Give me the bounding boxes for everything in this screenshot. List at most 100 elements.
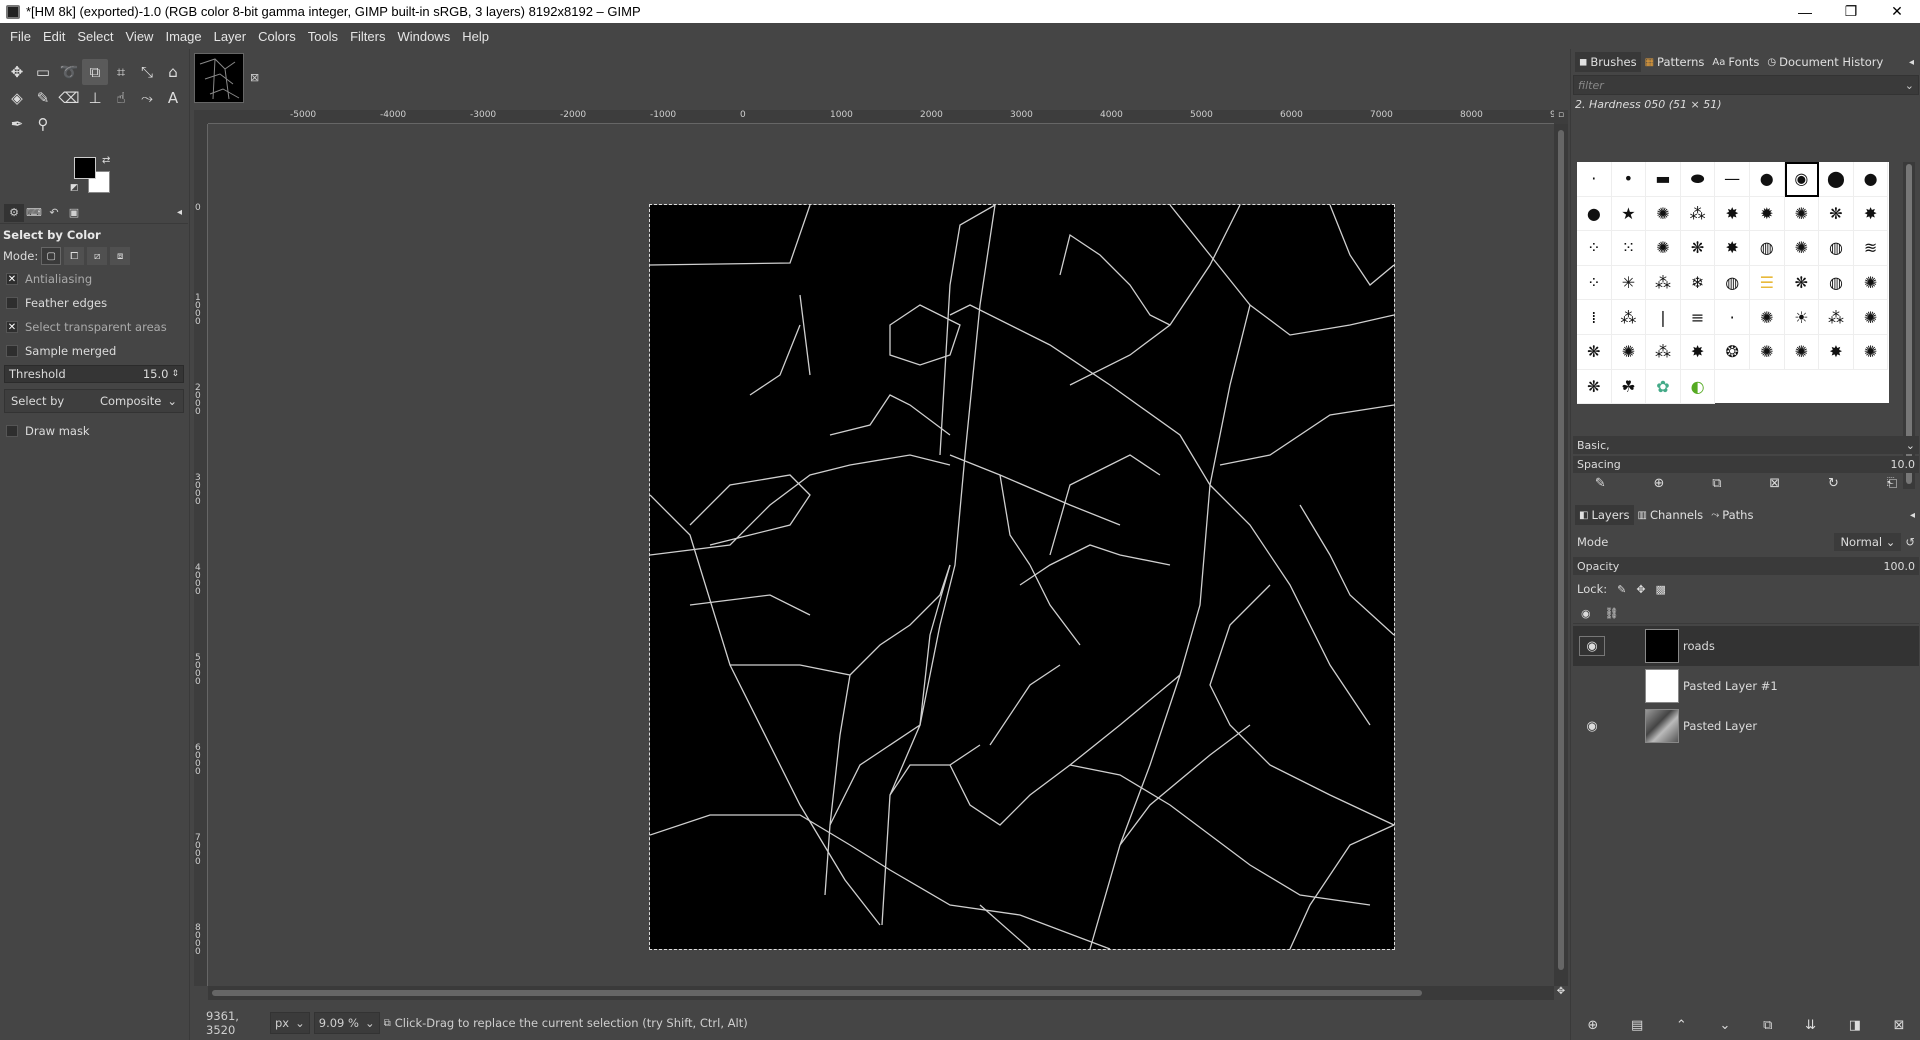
tab-fonts[interactable]: Aa Fonts	[1708, 52, 1763, 72]
threshold-value[interactable]: 15.0	[143, 367, 169, 381]
brush-preview[interactable]: ◉	[1784, 162, 1820, 197]
brush-preview[interactable]: ☰	[1749, 265, 1785, 301]
raise-layer-icon[interactable]: ⌃	[1676, 1018, 1687, 1033]
brush-preview[interactable]: ◐	[1680, 369, 1716, 405]
layer-row[interactable]: ◉ roads	[1573, 626, 1919, 666]
layer-mask-icon[interactable]: ◨	[1849, 1018, 1861, 1033]
layer-name[interactable]: Pasted Layer #1	[1683, 679, 1778, 693]
clone-tool-icon[interactable]: ⊥	[82, 85, 108, 111]
menu-help[interactable]: Help	[456, 29, 495, 44]
foreground-color-swatch[interactable]	[74, 157, 96, 179]
delete-layer-icon[interactable]: ⊠	[1894, 1018, 1905, 1033]
sample-merged-checkbox[interactable]	[6, 345, 18, 357]
brush-preview[interactable]: ✺	[1749, 300, 1785, 335]
opacity-slider[interactable]: Opacity 100.0	[1573, 557, 1919, 575]
brush-preview[interactable]: ≡	[1680, 300, 1716, 335]
mode-replace-icon[interactable]: ▢	[41, 247, 62, 265]
brush-grid[interactable]: · • ▬ ⬬ — ● ◉ ⬤ ● ● ★ ✺ ⁂ ✸ ✹ ✺ ❋ ✸ ⁘ ⁙ ✺ ❋ ✸ ◍ ✺ ◍ ≋ ⁘ ✳ ⁂ ❄ ◍ ☰ ❋ ◍ ✺ ⁞ ⁂ ❘ ≡…	[1577, 162, 1889, 405]
menu-edit[interactable]: Edit	[37, 29, 71, 44]
smudge-tool-icon[interactable]: ☝	[108, 85, 134, 111]
brush-preview[interactable]: ◍	[1715, 265, 1750, 301]
brush-preview[interactable]: ✺	[1749, 334, 1785, 370]
layer-row[interactable]: ◉ Pasted Layer	[1573, 706, 1919, 746]
sample-merged-option[interactable]: Sample merged	[0, 339, 188, 363]
menu-windows[interactable]: Windows	[391, 29, 456, 44]
delete-brush-icon[interactable]: ⊠	[1769, 476, 1780, 498]
brush-preview[interactable]: ✸	[1819, 334, 1854, 370]
color-picker-tool-icon[interactable]: ✒	[4, 111, 30, 137]
select-by-color-tool-icon[interactable]: ⧉	[82, 59, 108, 85]
new-layer-group-icon[interactable]: ▤	[1631, 1018, 1643, 1033]
close-button[interactable]: ✕	[1874, 0, 1920, 23]
brush-preview[interactable]: ✸	[1853, 196, 1889, 232]
swap-colors-icon[interactable]: ⇄	[102, 155, 110, 166]
menu-select[interactable]: Select	[71, 29, 119, 44]
rect-select-tool-icon[interactable]: ▭	[30, 59, 56, 85]
draw-mask-option[interactable]: Draw mask	[0, 419, 188, 443]
spinner-arrows-icon[interactable]: ⇕	[171, 369, 179, 379]
free-select-tool-icon[interactable]: ➰	[56, 59, 82, 85]
new-layer-icon[interactable]: ⊕	[1587, 1018, 1598, 1033]
brush-preview[interactable]: ❂	[1715, 334, 1750, 370]
brush-preview[interactable]: ⁘	[1577, 231, 1612, 266]
brush-preview[interactable]: ⁙	[1611, 231, 1647, 266]
feather-edges-checkbox[interactable]	[6, 297, 18, 309]
brush-preset-combo[interactable]: Basic, ⌄	[1573, 436, 1919, 454]
layer-row[interactable]: Pasted Layer #1	[1573, 666, 1919, 706]
brush-preview[interactable]: —	[1715, 162, 1750, 197]
brush-preview[interactable]: ◍	[1819, 231, 1854, 266]
mode-add-icon[interactable]: ⧠	[64, 247, 85, 265]
unit-selector[interactable]: px ⌄	[270, 1012, 310, 1034]
brush-preview[interactable]: ▬	[1646, 162, 1681, 197]
crop-tool-icon[interactable]: ⌗	[108, 59, 134, 85]
antialiasing-option[interactable]: ✕ Antialiasing	[0, 267, 188, 291]
menu-tools[interactable]: Tools	[302, 29, 344, 44]
select-by-value[interactable]: Composite	[100, 394, 161, 408]
tab-brushes[interactable]: ◼ Brushes	[1575, 52, 1641, 72]
horizontal-scroll-thumb[interactable]	[212, 990, 1422, 996]
brush-preview[interactable]: ✺	[1853, 265, 1889, 301]
brush-preview[interactable]: ✺	[1784, 196, 1820, 232]
brush-preview[interactable]: ⁂	[1819, 300, 1854, 335]
brush-preview[interactable]: ✸	[1680, 334, 1716, 370]
menu-colors[interactable]: Colors	[252, 29, 302, 44]
brush-preview[interactable]: ☘	[1611, 369, 1647, 405]
select-by-combo[interactable]: Select by Composite ⌄	[4, 389, 184, 413]
lock-pixels-icon[interactable]: ✎	[1617, 583, 1626, 596]
tab-paths[interactable]: ⤳ Paths	[1707, 505, 1757, 525]
brush-preview[interactable]: ◍	[1819, 265, 1854, 301]
paintbrush-tool-icon[interactable]: ✎	[30, 85, 56, 111]
brush-preview[interactable]: ✳	[1611, 265, 1647, 301]
mode-subtract-icon[interactable]: ⧄	[87, 247, 108, 265]
eye-toggle-off[interactable]	[1579, 676, 1605, 696]
brush-preview[interactable]: ⬤	[1819, 162, 1854, 197]
bucket-fill-tool-icon[interactable]: ◈	[4, 85, 30, 111]
device-status-tab-icon[interactable]: ⌨	[24, 204, 44, 222]
brush-preview[interactable]: ⁂	[1646, 265, 1681, 301]
brush-preview[interactable]: ✸	[1715, 231, 1750, 266]
brush-preview[interactable]: ●	[1853, 162, 1889, 197]
zoom-image-on-resize-icon[interactable]: ▫	[1554, 110, 1568, 124]
eye-icon[interactable]: ◉	[1579, 636, 1605, 656]
brush-preview[interactable]: ✺	[1646, 231, 1681, 266]
move-tool-icon[interactable]: ✥	[4, 59, 30, 85]
layer-name[interactable]: roads	[1683, 639, 1715, 653]
mode-intersect-icon[interactable]: ⧈	[110, 247, 131, 265]
layer-name[interactable]: Pasted Layer	[1683, 719, 1757, 733]
duplicate-brush-icon[interactable]: ⧉	[1712, 476, 1721, 498]
brush-preview[interactable]: ≋	[1853, 231, 1889, 266]
new-brush-icon[interactable]: ⊕	[1654, 476, 1665, 498]
zoom-tool-icon[interactable]: ⚲	[30, 111, 56, 137]
brush-preview[interactable]: ✿	[1646, 369, 1681, 405]
merge-layer-icon[interactable]: ⇊	[1805, 1018, 1816, 1033]
images-tab-icon[interactable]: ▣	[64, 204, 84, 222]
vertical-ruler[interactable]: 0 1000 2000 3000 4000 5000 6000 7000 8000	[194, 124, 208, 986]
tab-channels[interactable]: ▥ Channels	[1634, 505, 1708, 525]
navigate-image-icon[interactable]: ✥	[1554, 986, 1568, 1000]
brush-preview[interactable]: ✸	[1715, 196, 1750, 232]
layer-mode-combo[interactable]: Normal ⌄	[1834, 533, 1902, 551]
brush-preview[interactable]: ❘	[1646, 300, 1681, 335]
warp-tool-icon[interactable]: ⌂	[160, 59, 186, 85]
brush-preview[interactable]: ◍	[1749, 231, 1785, 266]
draw-mask-checkbox[interactable]	[6, 425, 18, 437]
